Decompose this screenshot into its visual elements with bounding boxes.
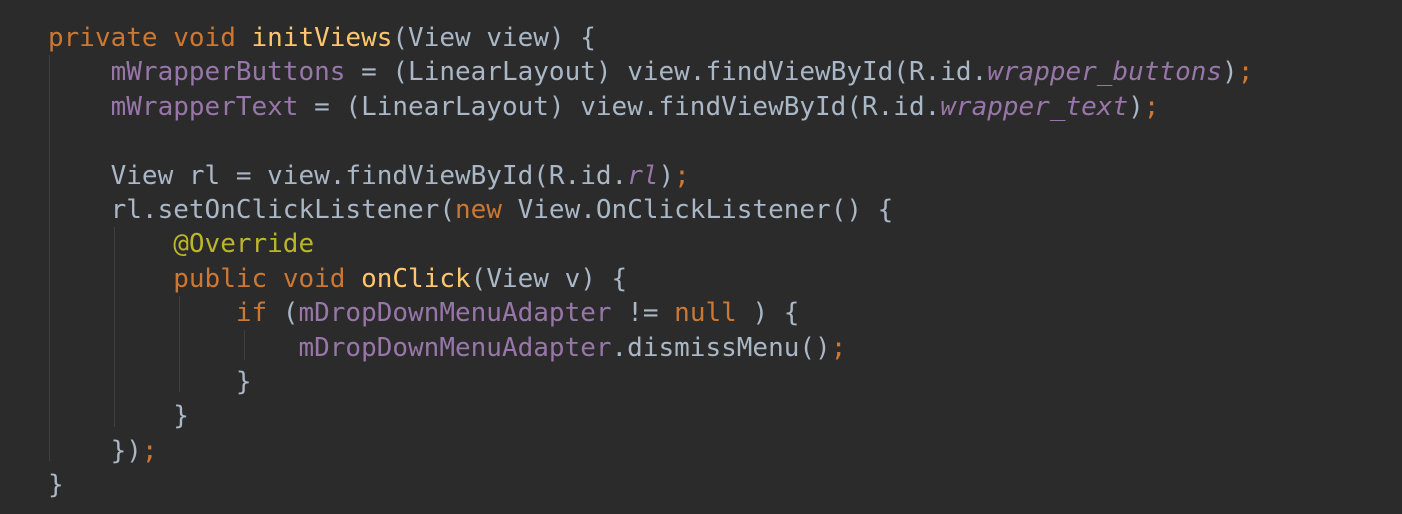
code-line-2[interactable]: mWrapperButtons = (LinearLayout) view.fi…	[48, 55, 1254, 89]
code-line-4[interactable]: ​	[48, 124, 1253, 158]
code-line-5[interactable]: View rl = view.findViewById(R.id.rl);	[48, 159, 1253, 193]
code-token: = (LinearLayout) view.findViewById(R.id.	[345, 57, 988, 88]
code-token: )	[658, 160, 675, 191]
code-line-14[interactable]: }	[48, 468, 1253, 502]
code-line-8[interactable]: public void onClick(View v) {	[48, 262, 1253, 296]
code-token: ;	[1143, 91, 1160, 122]
code-line-10[interactable]: mDropDownMenuAdapter.dismissMenu();	[48, 331, 1253, 365]
code-editor[interactable]: private void initViews(View view) { mWra…	[0, 0, 1402, 514]
code-token: initViews	[251, 23, 393, 53]
code-token: null	[674, 298, 737, 329]
code-token: ;	[141, 435, 158, 466]
code-token: mDropDownMenuAdapter	[298, 332, 612, 363]
code-token: onClick	[361, 263, 471, 294]
code-token: }	[48, 470, 64, 501]
code-token: @Override	[173, 229, 315, 260]
code-token: if	[235, 298, 268, 329]
code-token: (View view) {	[392, 23, 596, 53]
code-line-6[interactable]: rl.setOnClickListener(new View.OnClickLi…	[48, 193, 1253, 227]
code-token: })	[48, 435, 142, 466]
code-token: ;	[1237, 57, 1254, 88]
code-token: !=	[611, 298, 675, 329]
code-token: }	[48, 401, 189, 432]
code-token: wrapper_buttons	[987, 57, 1223, 88]
code-line-9[interactable]: if (mDropDownMenuAdapter != null ) {	[48, 296, 1253, 330]
code-token: public	[173, 263, 268, 294]
code-token: void	[173, 23, 236, 53]
code-token: (	[267, 298, 299, 329]
code-token: mWrapperText	[110, 91, 299, 122]
code-token: = (LinearLayout) view.findViewById(R.id.	[298, 91, 941, 122]
code-token: void	[282, 263, 346, 294]
code-token: .dismissMenu()	[611, 332, 831, 363]
code-token: mDropDownMenuAdapter	[298, 298, 612, 329]
code-token: ;	[674, 160, 690, 191]
code-token: wrapper_text	[940, 91, 1129, 122]
code-line-3[interactable]: mWrapperText = (LinearLayout) view.findV…	[48, 90, 1253, 124]
code-area[interactable]: private void initViews(View view) { mWra…	[48, 21, 1253, 502]
code-token: View rl = view.findViewById(R.id.	[48, 160, 628, 191]
code-token: )	[1128, 91, 1144, 122]
code-line-11[interactable]: }	[48, 365, 1253, 399]
code-line-12[interactable]: }	[48, 399, 1253, 433]
code-line-1[interactable]: private void initViews(View view) {	[48, 21, 1253, 55]
code-token: ) {	[736, 298, 800, 329]
code-token: ;	[830, 332, 847, 363]
code-token: )	[1222, 57, 1238, 88]
code-line-7[interactable]: @Override	[48, 227, 1253, 261]
code-token: private	[48, 23, 158, 53]
code-line-13[interactable]: });	[48, 434, 1253, 468]
code-token: (View v) {	[470, 263, 628, 294]
code-token: rl	[627, 160, 659, 191]
code-token: new	[455, 194, 502, 225]
code-token: mWrapperButtons	[110, 57, 346, 88]
code-token: View.OnClickListener() {	[501, 194, 894, 225]
code-token: }	[48, 366, 252, 397]
code-token: rl.setOnClickListener(	[48, 194, 455, 225]
